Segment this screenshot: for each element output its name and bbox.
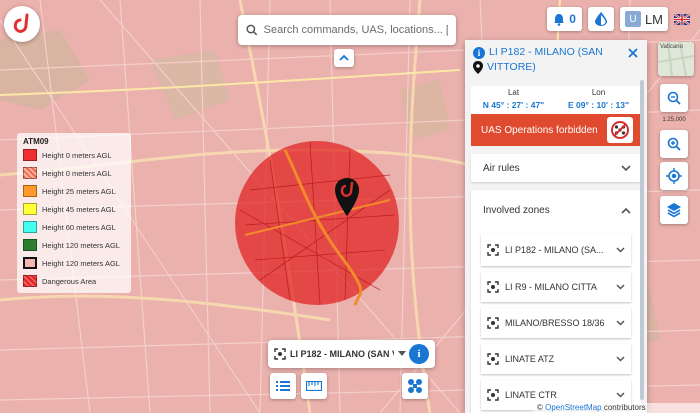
drone-button[interactable]	[402, 373, 428, 399]
lat-label: Lat	[507, 88, 520, 97]
chevron-up-icon	[621, 207, 631, 214]
air-rules-section[interactable]: Air rules	[471, 154, 641, 182]
coordinates-box: Lat N 45° : 27' : 47" Lon E 09° : 10' : …	[471, 86, 641, 114]
user-name: LM	[644, 11, 663, 27]
legend-title: ATM09	[23, 137, 49, 146]
operation-status-text: UAS Operations forbidden	[481, 124, 598, 136]
zone-item[interactable]: MILANO/BRESSO 18/36	[481, 308, 631, 338]
zone-focus-icon	[487, 317, 499, 329]
notification-count: 0	[569, 12, 576, 26]
zone-focus-icon	[487, 244, 499, 256]
zone-info-panel: i LI P182 - MILANO (SAN VITTORE) Lat N 4…	[465, 40, 647, 413]
panel-scrollbar[interactable]	[640, 80, 644, 400]
no-drone-icon	[607, 117, 633, 143]
operation-status-banner: UAS Operations forbidden	[471, 114, 641, 146]
caret-down-icon	[398, 351, 406, 356]
map-pin-icon	[473, 61, 483, 74]
layers-button[interactable]	[660, 196, 688, 224]
selected-zone-label: LI P182 - MILANO (SAN VI	[290, 349, 394, 359]
scale-readout: 1:25,000	[662, 117, 686, 123]
theme-toggle-button[interactable]	[587, 7, 614, 31]
logo-icon	[13, 13, 29, 33]
language-flag-icon[interactable]	[673, 12, 691, 26]
avatar: U	[624, 11, 641, 27]
layers-icon	[667, 203, 681, 218]
attribution-link[interactable]: OpenStreetMap	[545, 403, 601, 412]
list-icon	[276, 381, 290, 391]
legend-item: Height 60 meters AGL	[23, 221, 125, 233]
panel-header: i LI P182 - MILANO (SAN VITTORE)	[465, 40, 647, 82]
info-button[interactable]: i	[409, 344, 429, 364]
zone-item[interactable]: LINATE ATZ	[481, 344, 631, 374]
legend-item: Height 0 meters AGL	[23, 167, 125, 179]
zoom-in-icon	[667, 137, 681, 151]
involved-zones-section: Involved zones LI P182 - MILANO (SA... L…	[471, 190, 641, 413]
zoom-in-button[interactable]	[660, 130, 688, 158]
locate-icon	[666, 168, 682, 184]
chevron-down-icon	[616, 392, 625, 398]
lon-label: Lon	[591, 88, 606, 97]
legend-item: Height 45 meters AGL	[23, 203, 125, 215]
zone-item[interactable]: LI R9 - MILANO CITTA	[481, 272, 631, 302]
zone-focus-icon	[487, 389, 499, 401]
info-circle-icon: i	[473, 47, 485, 59]
chevron-down-icon	[616, 284, 625, 290]
panel-subtitle: VITTORE)	[487, 61, 536, 73]
panel-title: LI P182 - MILANO (SAN	[489, 46, 603, 58]
map-legend: ATM09 Height 0 meters AGL Height 0 meter…	[17, 133, 131, 293]
air-rules-label: Air rules	[483, 162, 520, 174]
zone-selector[interactable]: LI P182 - MILANO (SAN VI i	[268, 340, 435, 368]
zone-focus-icon	[487, 281, 499, 293]
chevron-down-icon	[621, 164, 631, 171]
zoom-out-button[interactable]	[660, 84, 688, 112]
user-menu-button[interactable]: U LM	[619, 7, 668, 31]
chevron-down-icon	[616, 356, 625, 362]
map-attribution: © OpenStreetMap contributors	[533, 403, 700, 413]
legend-item: Height 0 meters AGL	[23, 149, 125, 161]
search-icon	[246, 24, 258, 36]
drop-icon	[594, 12, 607, 26]
notifications-button[interactable]: 0	[547, 7, 582, 31]
app-logo[interactable]	[4, 6, 40, 42]
legend-item: Height 120 meters AGL	[23, 239, 125, 251]
involved-zones-label: Involved zones	[483, 204, 550, 216]
ruler-icon	[306, 381, 322, 391]
minimap-layer-button[interactable]: Vaticano	[658, 42, 694, 76]
drone-icon	[408, 379, 422, 393]
minimap-label: Vaticano	[660, 44, 683, 50]
search-bar[interactable]	[238, 15, 456, 45]
zone-focus-icon	[274, 348, 286, 360]
legend-item: Height 25 meters AGL	[23, 185, 125, 197]
zone-item[interactable]: LI P182 - MILANO (SA...	[481, 234, 631, 266]
involved-zones-header[interactable]: Involved zones	[471, 190, 641, 230]
lon-value: E 09° : 10' : 13"	[568, 100, 629, 110]
legend-item: Height 120 meters AGL	[23, 257, 125, 269]
legend-item: Dangerous Area	[23, 275, 125, 287]
lat-value: N 45° : 27' : 47"	[482, 100, 545, 110]
list-view-button[interactable]	[270, 373, 296, 399]
bell-icon	[554, 13, 565, 26]
measure-button[interactable]	[301, 373, 327, 399]
chevron-down-icon	[616, 247, 625, 253]
locate-me-button[interactable]	[660, 162, 688, 190]
zoom-out-icon	[667, 91, 681, 105]
search-input[interactable]	[263, 24, 448, 36]
close-icon	[628, 48, 638, 58]
chevron-up-icon	[339, 54, 349, 61]
zone-focus-icon	[487, 353, 499, 365]
chevron-down-icon	[616, 320, 625, 326]
close-panel-button[interactable]	[628, 45, 638, 61]
collapse-search-button[interactable]	[334, 49, 354, 67]
location-pin-icon[interactable]	[335, 178, 359, 216]
